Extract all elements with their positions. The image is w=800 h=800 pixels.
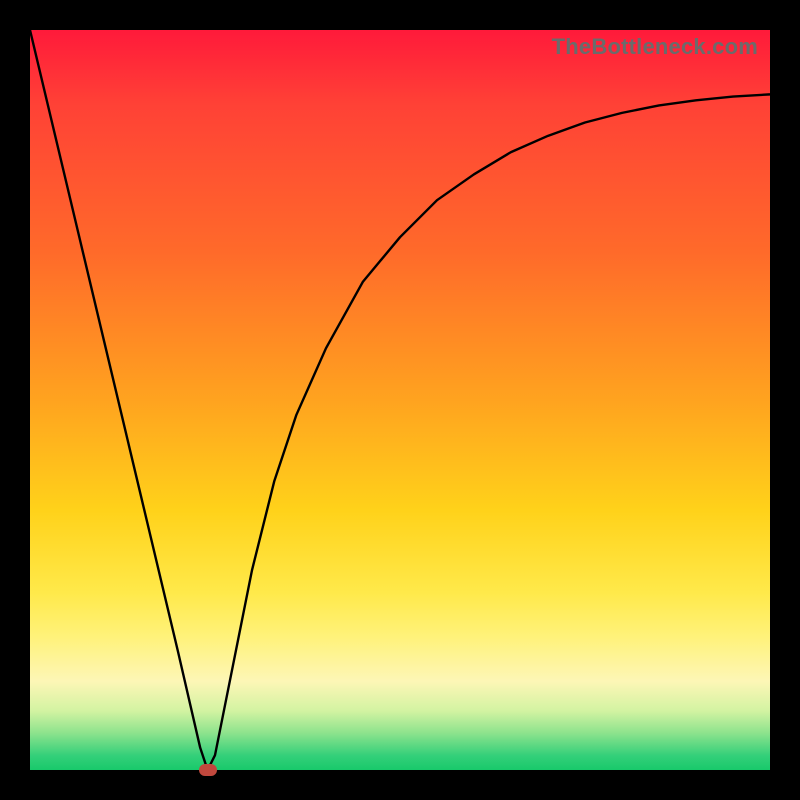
optimum-marker <box>199 764 217 776</box>
chart-frame: TheBottleneck.com <box>0 0 800 800</box>
plot-area: TheBottleneck.com <box>30 30 770 770</box>
bottleneck-curve <box>30 30 770 770</box>
curve-path <box>30 30 770 770</box>
